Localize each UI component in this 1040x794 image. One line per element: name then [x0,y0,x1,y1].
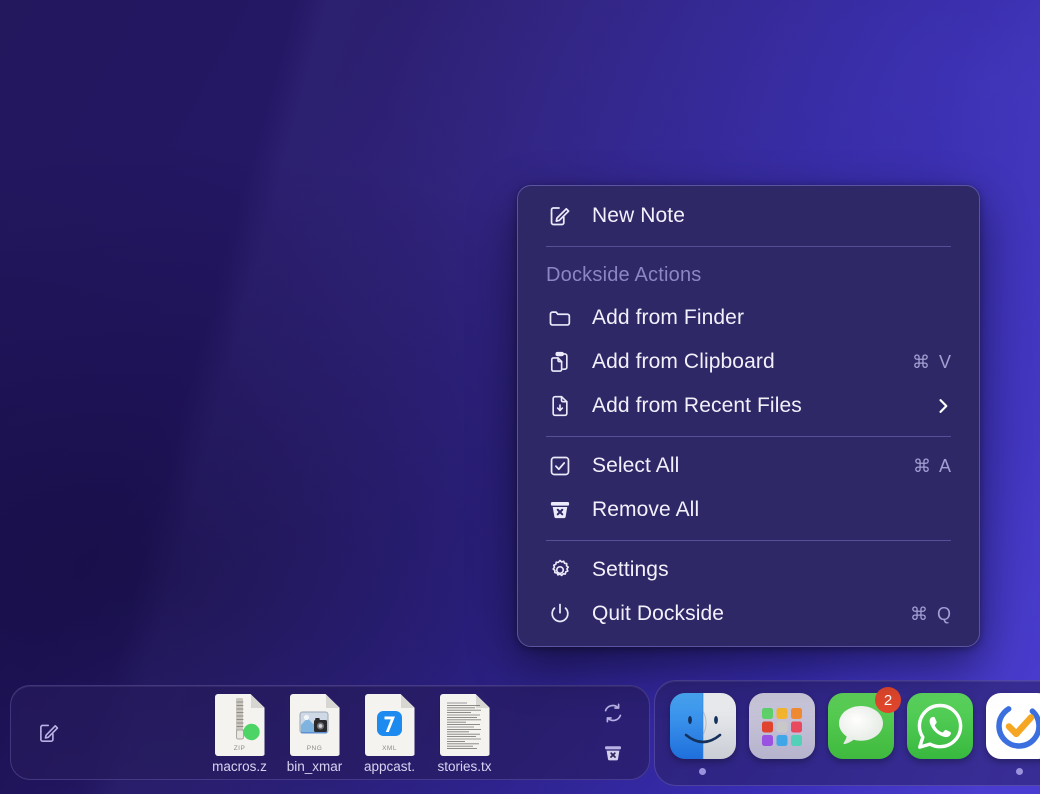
menu-section-title: Dockside Actions [546,263,702,286]
chevron-right-icon [933,396,953,416]
dockside-file-item[interactable]: PNG bin_xmar [278,694,351,774]
menu-item-label: Add from Clipboard [592,350,775,373]
power-icon [546,600,574,628]
desktop-wallpaper: New Note Dockside Actions Add from Finde… [0,0,1040,794]
menu-item-label: Remove All [592,498,700,521]
menu-item-label: Add from Finder [592,306,745,329]
file-kind-label: ZIP [233,745,246,752]
menu-item-select-all[interactable]: Select All ⌘ A [518,444,979,488]
menu-separator [546,246,951,247]
file-name-label: macros.z [212,759,267,774]
menu-item-label: Quit Dockside [592,602,725,625]
menu-item-quit-dockside[interactable]: Quit Dockside ⌘ Q [518,592,979,636]
reminders-icon [986,693,1040,759]
dock-app-messages[interactable]: 2 [827,687,901,775]
menu-item-shortcut: ⌘ Q [909,603,953,624]
text-file-icon [439,694,490,756]
dockside-new-note-button[interactable] [35,719,63,747]
dockside-tools [593,686,633,779]
menu-item-label: Settings [592,558,669,581]
dockside-file-item[interactable]: ZIP macros.z [203,694,276,774]
trash-x-icon[interactable] [600,740,626,766]
file-name-label: appcast. [363,759,416,774]
dockside-file-item[interactable]: XML appcast. [353,694,426,774]
menu-item-label: Add from Recent Files [592,394,802,417]
whatsapp-icon [907,693,974,759]
menu-item-add-from-recent-files[interactable]: Add from Recent Files [518,384,979,428]
document-down-icon [546,392,574,420]
system-app-dock: 2 [654,680,1040,786]
zip-file-icon: ZIP [214,694,265,756]
gear-icon [546,556,574,584]
menu-item-shortcut: ⌘ A [912,455,953,476]
menu-item-new-note[interactable]: New Note [518,194,979,238]
file-kind-label: PNG [306,745,323,752]
notification-badge: 2 [875,687,901,713]
file-kind-label: XML [382,745,397,752]
dock-app-launchpad[interactable] [748,693,815,775]
menu-item-remove-all[interactable]: Remove All [518,488,979,532]
menu-item-label: New Note [592,204,686,227]
app-running-indicator [1015,768,1023,775]
clipboard-icon [546,348,574,376]
menu-item-label: Select All [592,454,680,477]
file-name-label: stories.tx [437,759,492,774]
menu-separator [546,540,951,541]
dockside-file-item[interactable]: stories.tx [428,694,501,774]
dockside-file-tray: ZIP macros.z PNG bin_xmar XML appcast. s… [203,694,501,774]
messages-icon: 2 [828,687,901,759]
compose-icon [546,202,574,230]
menu-item-shortcut: ⌘ V [911,351,953,372]
xml-file-icon: XML [364,694,415,756]
dock-app-whatsapp[interactable] [907,693,974,775]
checkbox-icon [546,452,574,480]
dockside-shelf: ZIP macros.z PNG bin_xmar XML appcast. s… [10,685,650,780]
menu-item-add-from-finder[interactable]: Add from Finder [518,296,979,340]
app-running-indicator [699,768,707,775]
trash-x-icon [546,496,574,524]
launchpad-icon [748,693,815,759]
finder-icon [669,693,736,759]
menu-item-settings[interactable]: Settings [518,548,979,592]
menu-separator [546,436,951,437]
dock-app-reminders[interactable] [986,693,1040,775]
dock-app-finder[interactable] [669,693,736,775]
png-file-icon: PNG [289,694,340,756]
refresh-icon[interactable] [600,700,626,726]
menu-item-add-from-clipboard[interactable]: Add from Clipboard ⌘ V [518,340,979,384]
dockside-context-menu: New Note Dockside Actions Add from Finde… [517,185,980,647]
folder-icon [546,304,574,332]
file-name-label: bin_xmar [286,759,343,774]
